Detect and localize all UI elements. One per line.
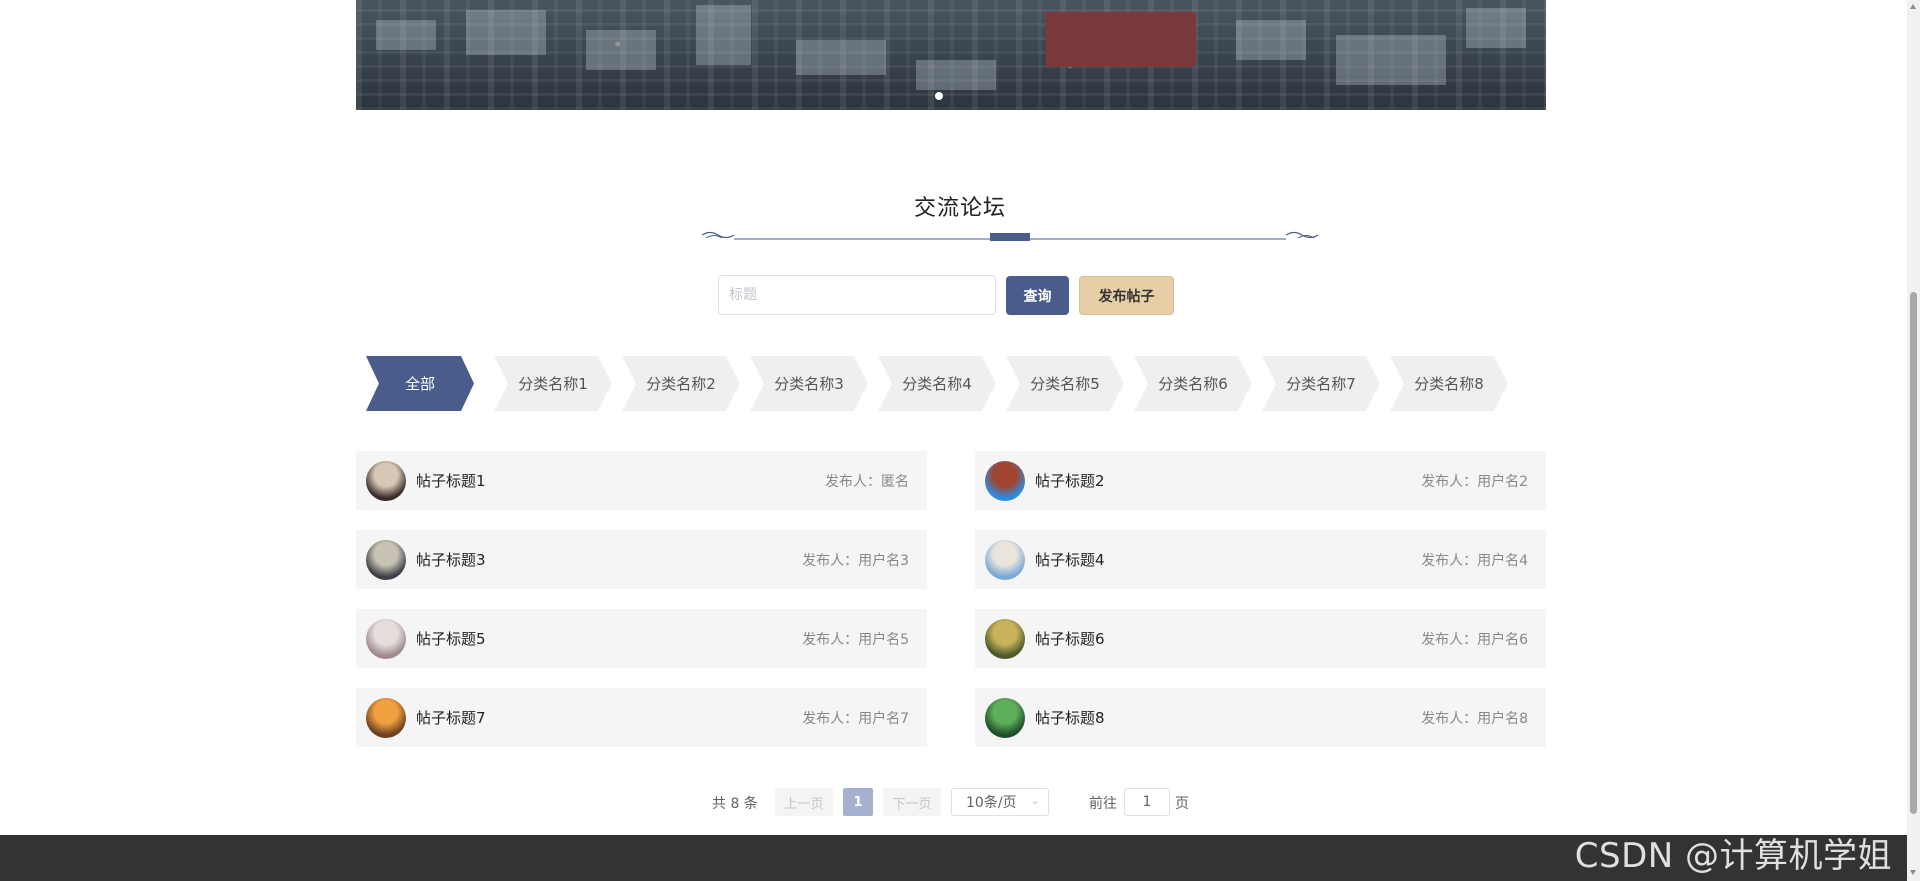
category-tab-2[interactable]: 分类名称2 bbox=[622, 356, 740, 411]
goto-label: 前往 bbox=[1089, 796, 1117, 812]
publish-post-button[interactable]: 发布帖子 bbox=[1079, 276, 1174, 315]
carousel-indicator-dot[interactable] bbox=[935, 92, 943, 100]
post-title: 帖子标题6 bbox=[1035, 630, 1105, 648]
banner-carousel[interactable] bbox=[356, 0, 1546, 110]
avatar bbox=[366, 697, 406, 738]
post-title: 帖子标题3 bbox=[416, 551, 486, 569]
category-tab-label: 分类名称4 bbox=[902, 375, 972, 393]
page-scrollbar[interactable] bbox=[1907, 0, 1920, 881]
post-title: 帖子标题4 bbox=[1035, 551, 1105, 569]
chevron-down-icon: ⌄ bbox=[1030, 794, 1040, 807]
pagination: 共 8 条 上一页 1 下一页 10条/页 ⌄ 前往 页 bbox=[0, 788, 1920, 816]
category-tab-label: 分类名称2 bbox=[646, 375, 716, 393]
author-name: 用户名2 bbox=[1477, 473, 1528, 490]
post-item[interactable]: 帖子标题2 发布人：用户名2 bbox=[975, 451, 1546, 510]
post-author: 发布人：用户名5 bbox=[802, 629, 909, 649]
goto-page-input[interactable] bbox=[1124, 788, 1170, 816]
category-tab-label: 分类名称5 bbox=[1030, 375, 1100, 393]
scrollbar-thumb[interactable] bbox=[1910, 292, 1917, 814]
query-button[interactable]: 查询 bbox=[1006, 276, 1069, 315]
author-prefix-label: 发布人： bbox=[1421, 473, 1478, 490]
avatar bbox=[985, 618, 1025, 659]
prev-page-button[interactable]: 上一页 bbox=[775, 788, 833, 816]
page-number-button[interactable]: 1 bbox=[843, 788, 873, 816]
author-prefix-label: 发布人： bbox=[802, 631, 859, 648]
post-title: 帖子标题7 bbox=[416, 709, 486, 727]
category-tab-4[interactable]: 分类名称4 bbox=[878, 356, 996, 411]
category-tab-label: 分类名称1 bbox=[518, 375, 588, 393]
author-name: 用户名3 bbox=[858, 552, 909, 569]
post-author: 发布人：用户名7 bbox=[802, 708, 909, 728]
title-divider bbox=[701, 231, 1319, 241]
avatar bbox=[366, 539, 406, 580]
author-name: 用户名5 bbox=[858, 631, 909, 648]
category-tab-label: 分类名称6 bbox=[1158, 375, 1228, 393]
category-tab-label: 分类名称3 bbox=[774, 375, 844, 393]
category-tab-label: 分类名称8 bbox=[1414, 375, 1484, 393]
page-size-select[interactable]: 10条/页 ⌄ bbox=[951, 788, 1049, 816]
author-name: 用户名6 bbox=[1477, 631, 1528, 648]
scroll-up-icon[interactable] bbox=[1910, 4, 1916, 9]
watermark: CSDN @计算机学姐 bbox=[1574, 836, 1892, 876]
author-prefix-label: 发布人： bbox=[825, 473, 881, 490]
post-author: 发布人：用户名3 bbox=[802, 550, 909, 570]
pagination-total: 共 8 条 bbox=[712, 796, 758, 812]
post-author: 发布人：用户名8 bbox=[1421, 708, 1528, 728]
author-name: 用户名7 bbox=[858, 710, 909, 727]
post-item[interactable]: 帖子标题4 发布人：用户名4 bbox=[975, 530, 1546, 589]
next-page-button[interactable]: 下一页 bbox=[883, 788, 941, 816]
author-prefix-label: 发布人： bbox=[1421, 710, 1478, 727]
category-tab-6[interactable]: 分类名称6 bbox=[1134, 356, 1252, 411]
search-title-input[interactable] bbox=[718, 275, 996, 315]
post-author: 发布人：用户名6 bbox=[1421, 629, 1528, 649]
post-author: 发布人：用户名2 bbox=[1421, 471, 1528, 491]
category-tab-3[interactable]: 分类名称3 bbox=[750, 356, 868, 411]
page-size-label: 10条/页 bbox=[966, 795, 1017, 811]
category-tab-label: 分类名称7 bbox=[1286, 375, 1356, 393]
page-unit-label: 页 bbox=[1175, 796, 1189, 812]
post-author: 发布人：用户名4 bbox=[1421, 550, 1528, 570]
post-title: 帖子标题5 bbox=[416, 630, 486, 648]
category-tab-label: 全部 bbox=[404, 375, 435, 393]
avatar bbox=[985, 697, 1025, 738]
category-tab-5[interactable]: 分类名称5 bbox=[1006, 356, 1124, 411]
author-name: 匿名 bbox=[881, 473, 909, 490]
category-tab-all[interactable]: 全部 bbox=[366, 356, 474, 411]
post-item[interactable]: 帖子标题5 发布人：用户名5 bbox=[356, 609, 927, 668]
avatar bbox=[366, 618, 406, 659]
post-item[interactable]: 帖子标题3 发布人：用户名3 bbox=[356, 530, 927, 589]
post-item[interactable]: 帖子标题7 发布人：用户名7 bbox=[356, 688, 927, 747]
avatar bbox=[985, 460, 1025, 501]
author-prefix-label: 发布人： bbox=[802, 552, 859, 569]
page-title: 交流论坛 bbox=[913, 196, 1006, 221]
category-tab-8[interactable]: 分类名称8 bbox=[1390, 356, 1508, 411]
post-author: 发布人：匿名 bbox=[825, 471, 909, 491]
author-prefix-label: 发布人： bbox=[1421, 552, 1478, 569]
post-title: 帖子标题1 bbox=[416, 472, 486, 490]
scroll-down-icon[interactable] bbox=[1910, 870, 1916, 875]
post-item[interactable]: 帖子标题6 发布人：用户名6 bbox=[975, 609, 1546, 668]
author-name: 用户名8 bbox=[1477, 710, 1528, 727]
post-item[interactable]: 帖子标题8 发布人：用户名8 bbox=[975, 688, 1546, 747]
avatar bbox=[985, 539, 1025, 580]
author-prefix-label: 发布人： bbox=[1421, 631, 1478, 648]
author-prefix-label: 发布人： bbox=[802, 710, 859, 727]
category-tab-7[interactable]: 分类名称7 bbox=[1262, 356, 1380, 411]
category-tab-1[interactable]: 分类名称1 bbox=[494, 356, 612, 411]
author-name: 用户名4 bbox=[1477, 552, 1528, 569]
post-item[interactable]: 帖子标题1 发布人：匿名 bbox=[356, 451, 927, 510]
post-title: 帖子标题2 bbox=[1035, 472, 1105, 490]
avatar bbox=[366, 460, 406, 501]
post-title: 帖子标题8 bbox=[1035, 709, 1105, 727]
